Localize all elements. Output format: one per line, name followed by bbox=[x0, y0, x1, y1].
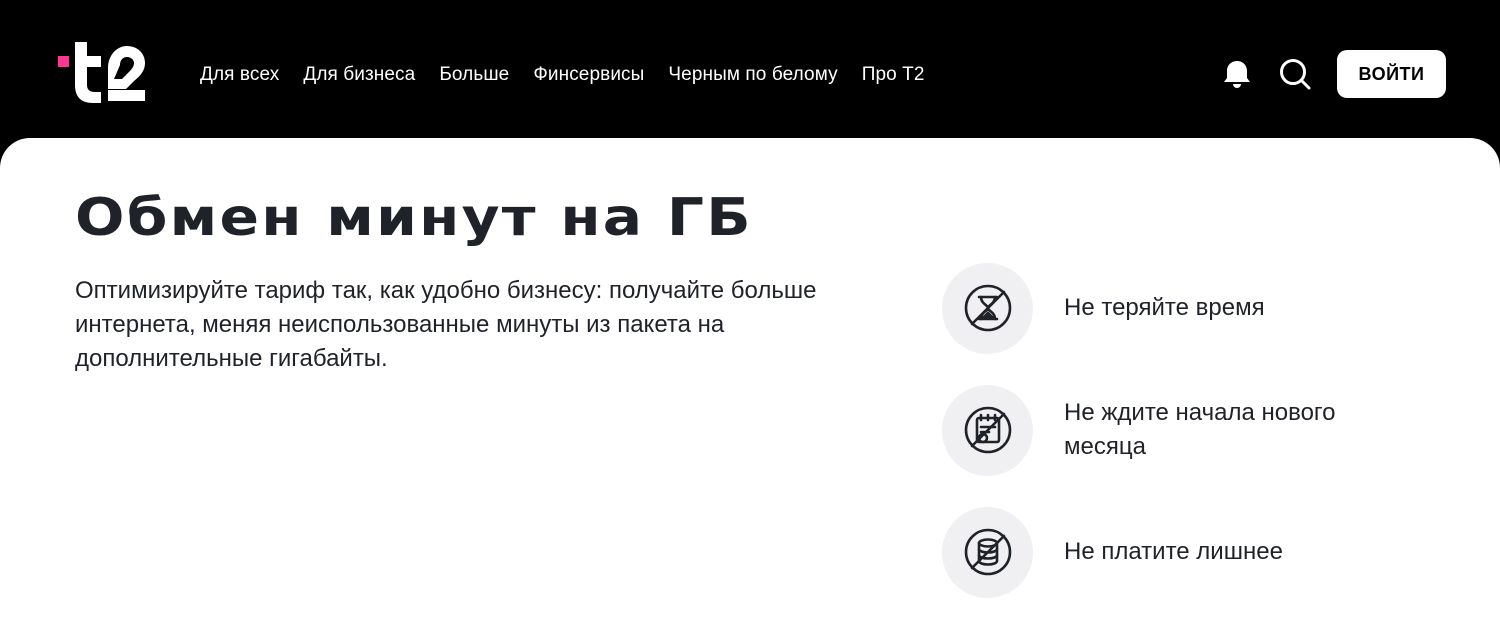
feature-item-no-wait: Не ждите начала нового месяца bbox=[942, 384, 1462, 476]
feature-item-save-time: Не теряйте время bbox=[942, 262, 1462, 354]
feature-text: Не ждите начала нового месяца bbox=[1064, 399, 1336, 460]
page-title: Обмен минут на ГБ bbox=[75, 188, 753, 248]
crossed-calendar-icon bbox=[942, 384, 1033, 476]
nav-item-finservices[interactable]: Финсервисы bbox=[533, 64, 644, 86]
nav-item-black-on-white[interactable]: Черным по белому bbox=[668, 64, 837, 86]
login-button[interactable]: ВОЙТИ bbox=[1337, 50, 1446, 98]
feature-item-no-overpay: Не платите лишнее bbox=[942, 506, 1462, 598]
nav-item-for-all[interactable]: Для всех bbox=[200, 64, 279, 86]
nav-item-more[interactable]: Больше bbox=[439, 64, 509, 86]
feature-text: Не платите лишнее bbox=[1064, 538, 1283, 565]
t2-logo[interactable] bbox=[58, 40, 146, 104]
header-actions: ВОЙТИ bbox=[1219, 50, 1446, 98]
main-content: Обмен минут на ГБ Оптимизируйте тариф та… bbox=[0, 138, 1500, 638]
nav-item-for-business[interactable]: Для бизнеса bbox=[303, 64, 415, 86]
crossed-hourglass-icon bbox=[942, 262, 1033, 354]
search-icon[interactable] bbox=[1277, 56, 1313, 92]
site-header: Для всех Для бизнеса Больше Финсервисы Ч… bbox=[0, 0, 1500, 148]
main-nav: Для всех Для бизнеса Больше Финсервисы Ч… bbox=[200, 60, 949, 90]
nav-item-about-t2[interactable]: Про Т2 bbox=[862, 64, 925, 86]
bell-icon[interactable] bbox=[1219, 56, 1255, 92]
feature-text: Не теряйте время bbox=[1064, 294, 1265, 321]
crossed-coins-icon bbox=[942, 506, 1033, 598]
page-description: Оптимизируйте тариф так, как удобно бизн… bbox=[75, 277, 817, 372]
